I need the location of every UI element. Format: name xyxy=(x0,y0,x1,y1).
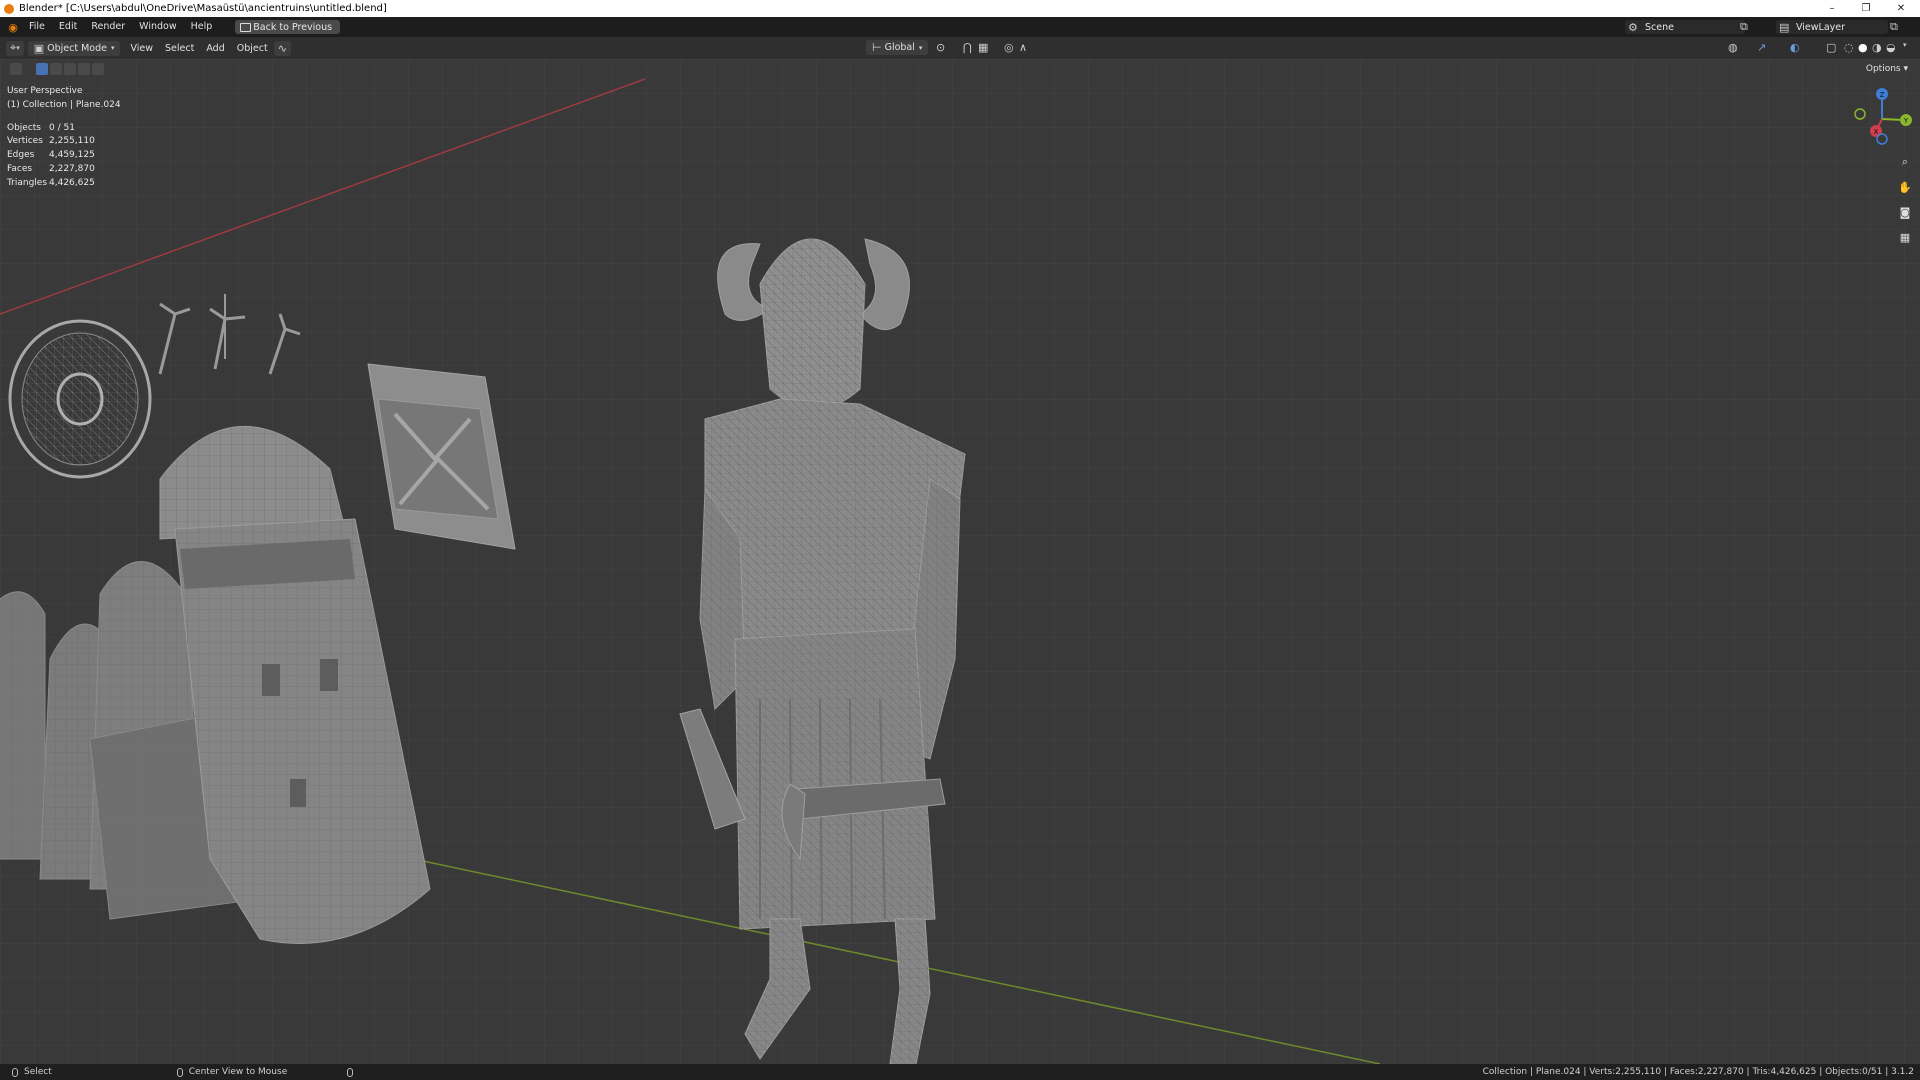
gizmo-icon[interactable]: ↗ xyxy=(1757,41,1766,54)
stat-row: Edges 4,459,125 xyxy=(7,149,121,163)
solid-shading-icon[interactable]: ● xyxy=(1858,41,1868,54)
navigation-tools: ⌕ ✋ ◙ ▦ xyxy=(1896,153,1914,246)
viewport-scene: Z Y X xyxy=(0,59,1920,1064)
select-invert-icon[interactable] xyxy=(78,63,90,75)
mode-selector[interactable]: ▣ Object Mode ▾ xyxy=(27,40,121,56)
stat-row: Triangles 4,426,625 xyxy=(7,177,121,191)
zoom-icon[interactable]: ⌕ xyxy=(1896,153,1914,171)
transform-orientation-selector[interactable]: ⊢ Global ▾ xyxy=(866,40,929,55)
overlays-icon[interactable]: ◐ xyxy=(1790,41,1800,54)
menu-file[interactable]: File xyxy=(22,17,52,37)
editor-type-button[interactable]: ⌖ ▾ xyxy=(6,40,24,56)
maximize-button[interactable]: ❐ xyxy=(1847,0,1885,17)
chevron-down-icon: ▾ xyxy=(16,44,20,52)
chevron-down-icon: ▾ xyxy=(110,44,115,52)
select-tools xyxy=(10,63,106,75)
scene-icon: ⚙ xyxy=(1628,21,1638,34)
camera-icon[interactable]: ◙ xyxy=(1896,203,1914,221)
scene-statistics: Objects 0 / 51 Vertices 2,255,110 Edges … xyxy=(7,122,121,191)
menu-add[interactable]: Add xyxy=(200,43,230,54)
object-mode-icon: ▣ xyxy=(33,41,45,55)
view-layer-icon: ▤ xyxy=(1779,21,1790,34)
xray-icon[interactable]: ▢ xyxy=(1826,41,1836,54)
menu-edit[interactable]: Edit xyxy=(52,17,84,37)
top-bar: ◉ File Edit Render Window Help Back to P… xyxy=(0,17,1920,37)
collection-info: (1) Collection | Plane.024 xyxy=(7,99,121,110)
status-center-view-hint: Center View to Mouse xyxy=(188,1067,288,1077)
visibility-icon[interactable]: ◍ xyxy=(1728,41,1738,54)
chevron-down-icon: ▾ xyxy=(918,43,923,52)
stat-label: Triangles xyxy=(7,177,48,188)
gizmo-y-label: Y xyxy=(1903,117,1909,125)
pan-hand-icon[interactable]: ✋ xyxy=(1896,178,1914,196)
scene-name: Scene xyxy=(1645,21,1674,33)
falloff-icon[interactable]: ∧ xyxy=(1019,41,1027,54)
tool-toggle-icon[interactable] xyxy=(10,63,22,75)
status-select-hint: Select xyxy=(24,1067,52,1077)
stat-value: 0 / 51 xyxy=(49,122,75,133)
stat-value: 4,459,125 xyxy=(49,150,95,161)
chevron-down-icon[interactable]: ▾ xyxy=(1903,41,1907,49)
stat-value: 2,255,110 xyxy=(49,136,95,147)
stat-row: Vertices 2,255,110 xyxy=(7,135,121,149)
snap-grid-icon[interactable]: ▦ xyxy=(978,41,988,54)
viewport-info-overlay: User Perspective (1) Collection | Plane.… xyxy=(7,85,121,191)
rendered-shading-icon[interactable]: ◒ xyxy=(1886,41,1896,54)
grid-view-icon[interactable]: ▦ xyxy=(1896,228,1914,246)
window-title-bar: Blender* [C:\Users\abdul\OneDrive\Masaüs… xyxy=(0,0,1920,17)
menu-window[interactable]: Window xyxy=(132,17,183,37)
menu-select[interactable]: Select xyxy=(159,43,200,54)
orientation-label: Global xyxy=(884,42,915,53)
menu-object[interactable]: Object xyxy=(231,43,274,54)
status-scene-info: Collection | Plane.024 | Verts:2,255,110… xyxy=(1482,1067,1914,1077)
select-new-icon[interactable] xyxy=(36,63,48,75)
new-view-layer-icon[interactable]: ⧉ xyxy=(1890,20,1898,34)
window-title: Blender* [C:\Users\abdul\OneDrive\Masaüs… xyxy=(19,3,387,14)
stat-value: 2,227,870 xyxy=(49,163,95,174)
mouse-middle-icon xyxy=(176,1067,183,1077)
select-extend-icon[interactable] xyxy=(50,63,62,75)
3d-viewport[interactable]: Z Y X User Perspective (1) Collection | … xyxy=(0,59,1920,1064)
minimize-button[interactable]: – xyxy=(1813,0,1851,17)
gizmo-x-label: X xyxy=(1874,128,1879,136)
gizmo-z-label: Z xyxy=(1880,91,1885,99)
menu-help[interactable]: Help xyxy=(184,17,220,37)
blender-logo-icon xyxy=(4,3,14,14)
select-intersect-icon[interactable] xyxy=(92,63,104,75)
stat-row: Objects 0 / 51 xyxy=(7,122,121,136)
menu-view[interactable]: View xyxy=(124,43,159,54)
pivot-icon[interactable]: ⊙ xyxy=(936,41,945,54)
snap-magnet-icon[interactable]: ⋂ xyxy=(963,41,972,54)
options-label: Options xyxy=(1865,64,1901,74)
wireframe-shading-icon[interactable]: ◌ xyxy=(1844,41,1854,54)
mode-label: Object Mode xyxy=(47,42,107,54)
mouse-left-icon xyxy=(12,1067,18,1077)
options-button[interactable]: Options ▾ xyxy=(1861,63,1912,75)
stat-row: Faces 2,227,870 xyxy=(7,163,121,177)
stat-label: Objects xyxy=(7,122,42,133)
view-layer-selector[interactable]: ViewLayer xyxy=(1776,20,1888,34)
gpencil-button[interactable]: ∿ xyxy=(273,40,291,56)
scene-selector[interactable]: Scene xyxy=(1625,20,1745,34)
stat-value: 4,426,625 xyxy=(49,177,95,188)
view-name: User Perspective xyxy=(7,86,83,96)
menu-render[interactable]: Render xyxy=(84,17,132,37)
select-subtract-icon[interactable] xyxy=(64,63,76,75)
new-scene-icon[interactable]: ⧉ xyxy=(1740,20,1748,34)
orientation-icon: ⊢ xyxy=(872,41,882,54)
back-to-previous-button[interactable]: Back to Previous xyxy=(235,20,341,34)
curve-icon: ∿ xyxy=(277,41,287,55)
proportional-edit-icon[interactable]: ◎ xyxy=(1004,41,1014,54)
mouse-right-icon xyxy=(347,1067,354,1077)
material-shading-icon[interactable]: ◑ xyxy=(1872,41,1882,54)
close-button[interactable]: ✕ xyxy=(1882,0,1920,17)
view-layer-name: ViewLayer xyxy=(1796,21,1846,33)
stat-label: Edges xyxy=(7,150,35,161)
viewport-header: ⌖ ▾ ▣ Object Mode ▾ View Select Add Obje… xyxy=(0,37,1920,59)
status-bar: Select Center View to Mouse Collection |… xyxy=(0,1064,1920,1080)
stat-label: Vertices xyxy=(7,136,43,147)
stat-label: Faces xyxy=(7,163,33,174)
blender-menu-icon[interactable]: ◉ xyxy=(4,21,22,34)
